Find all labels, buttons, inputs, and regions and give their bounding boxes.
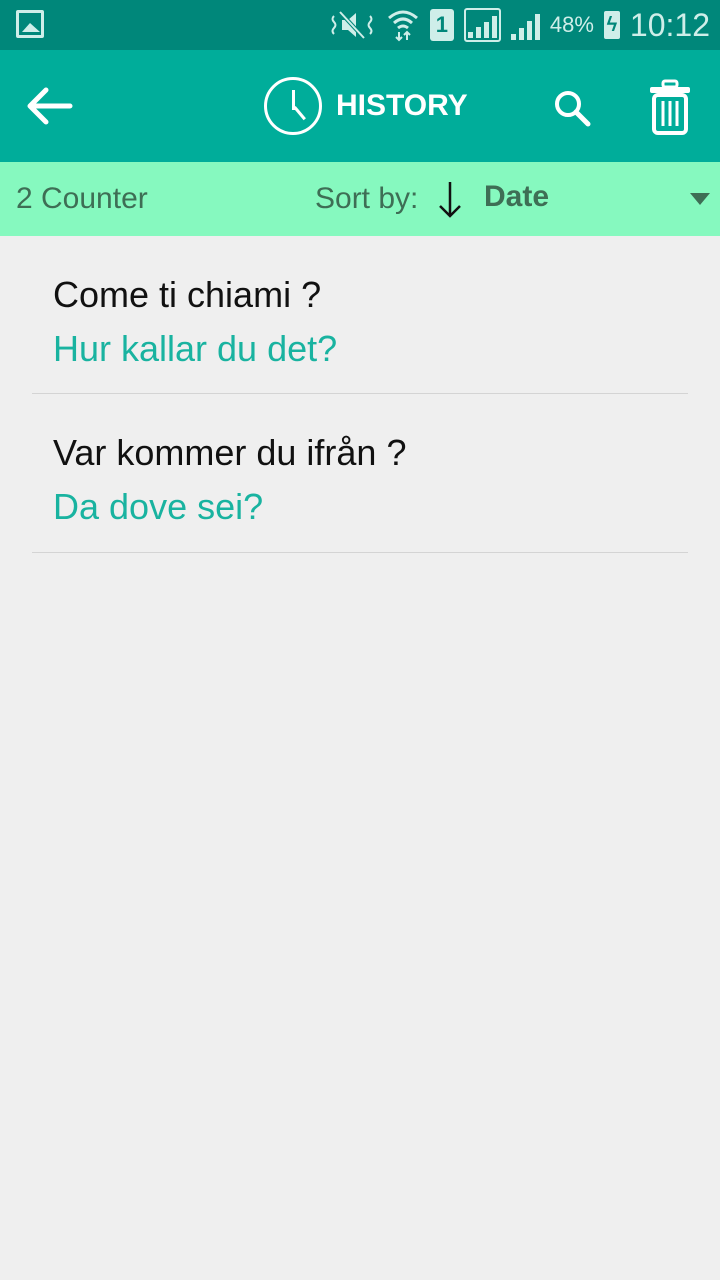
arrow-down-icon[interactable]: [436, 178, 464, 220]
translation-text: Hur kallar du det?: [53, 328, 338, 369]
status-icons: 1 48% ϟ 10:12: [330, 0, 710, 50]
clock-icon: [264, 77, 322, 135]
sim-icon: 1: [429, 9, 454, 41]
search-button[interactable]: [550, 86, 594, 130]
list-item[interactable]: Come ti chiami ? Hur kallar du det?: [0, 236, 720, 394]
app-bar: HISTORY: [0, 50, 720, 162]
history-list: Come ti chiami ? Hur kallar du det? Var …: [0, 236, 720, 553]
status-bar: 1 48% ϟ 10:12: [0, 0, 720, 50]
image-icon: [16, 10, 44, 38]
delete-all-button[interactable]: [646, 78, 694, 136]
sort-bar: 2 Counter Sort by: Date: [0, 162, 720, 236]
back-button[interactable]: [22, 84, 78, 128]
source-text: Var kommer du ifrån ?: [53, 432, 407, 473]
chevron-down-icon[interactable]: [690, 193, 710, 205]
sort-label: Sort by:: [315, 182, 419, 215]
signal-icon: [510, 10, 540, 40]
battery-percent: 48%: [549, 12, 594, 37]
list-item[interactable]: Var kommer du ifrån ? Da dove sei?: [0, 394, 720, 553]
wifi-icon: [387, 10, 418, 42]
translation-text: Da dove sei?: [53, 486, 264, 527]
history-counter: 2 Counter: [16, 182, 148, 215]
title-group: HISTORY: [264, 74, 468, 138]
mute-icon: [331, 10, 373, 40]
search-icon: [555, 91, 591, 127]
divider: [32, 552, 688, 553]
clock-time: 10:12: [629, 6, 710, 43]
trash-icon: [650, 79, 690, 135]
battery-charging-icon: ϟ: [603, 11, 620, 39]
source-text: Come ti chiami ?: [53, 274, 322, 315]
page-title: HISTORY: [336, 89, 468, 122]
signal-icon: [463, 8, 501, 42]
sort-value[interactable]: Date: [484, 180, 549, 214]
arrow-left-icon: [27, 87, 73, 125]
